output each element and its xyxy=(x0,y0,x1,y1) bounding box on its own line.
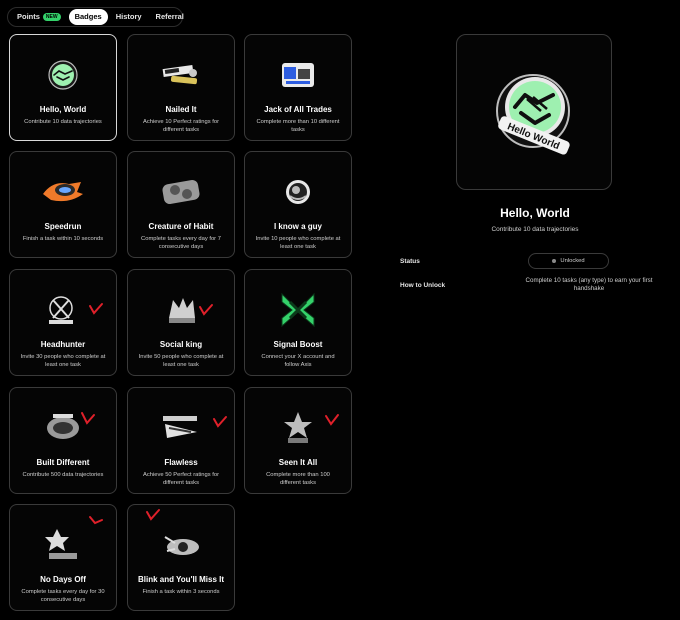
badge-card-speedrun[interactable]: Speedrun Finish a task within 10 seconds xyxy=(9,151,117,258)
badge-title: Seen It All xyxy=(278,458,318,467)
badge-card-flawless[interactable]: Flawless Achieve 50 Perfect ratings for … xyxy=(127,387,235,494)
tab-referral[interactable]: Referral xyxy=(150,9,190,25)
tab-badges[interactable]: Badges xyxy=(68,9,108,25)
badge-title: Headhunter xyxy=(40,340,86,349)
handshake-badge-icon xyxy=(48,60,78,90)
handshake-badge-large-icon: Hello World xyxy=(496,74,570,155)
badge-detail-image: Hello World xyxy=(456,34,612,190)
badge-title: Jack of All Trades xyxy=(264,105,332,114)
new-badge: NEW xyxy=(42,13,61,21)
detail-description: Contribute 10 data trajectories xyxy=(491,226,579,233)
badge-card-social-king[interactable]: Social king Invite 50 people who complet… xyxy=(127,269,235,376)
badge-card-creature-of-habit[interactable]: Creature of Habit Complete tasks every d… xyxy=(127,151,235,258)
badge-description: Finish a task within 10 seconds xyxy=(22,236,104,242)
badge-description: Achieve 10 Perfect ratings for different… xyxy=(142,119,220,133)
tab-referral-label: Referral xyxy=(155,12,184,21)
badge-title: Creature of Habit xyxy=(148,222,214,231)
badge-title: No Days Off xyxy=(40,575,86,584)
badge-description: Complete more than 10 different tasks xyxy=(256,119,340,133)
no-days-off-badge-icon xyxy=(45,529,77,559)
badge-description: Complete tasks every day for 7 consecuti… xyxy=(141,236,221,250)
badge-card-signal-boost[interactable]: Signal Boost Connect your X account and … xyxy=(244,269,352,376)
earned-check-icon xyxy=(146,509,160,521)
status-dot-icon xyxy=(552,259,557,263)
tab-history[interactable]: History xyxy=(110,9,148,25)
badge-title: Social king xyxy=(159,340,203,349)
earned-check-icon xyxy=(89,516,103,525)
badge-title: I know a guy xyxy=(273,222,322,231)
status-label: Status xyxy=(400,258,420,265)
badge-title: Nailed It xyxy=(165,105,197,114)
x-logo-badge-icon xyxy=(281,292,315,328)
badge-description: Invite 30 people who complete at least o… xyxy=(20,354,106,368)
tab-badges-label: Badges xyxy=(74,12,102,21)
earned-check-icon xyxy=(199,304,213,316)
badge-description: Complete tasks every day for 30 consecut… xyxy=(21,589,105,603)
status-value: Unlocked xyxy=(560,258,585,264)
earned-check-icon xyxy=(213,416,227,428)
seen-it-all-badge-icon xyxy=(284,412,312,443)
badge-card-hello-world[interactable]: Hello, World Contribute 10 data trajecto… xyxy=(9,34,117,141)
badge-card-seen-it-all[interactable]: Seen It All Complete more than 100 diffe… xyxy=(244,387,352,494)
badge-description: Connect your X account and follow Axis xyxy=(261,354,335,368)
i-know-a-guy-badge-icon xyxy=(286,180,310,204)
earned-check-icon xyxy=(325,414,339,426)
speedrun-badge-icon xyxy=(43,182,83,202)
tab-points-label: Points xyxy=(17,12,40,21)
jack-of-all-trades-badge-icon xyxy=(282,63,314,87)
badge-description: Contribute 500 data trajectories xyxy=(22,472,104,478)
badge-description: Finish a task within 3 seconds xyxy=(142,589,220,595)
creature-of-habit-badge-icon xyxy=(162,179,200,205)
badge-title: Hello, World xyxy=(39,105,87,114)
badge-card-nailed-it[interactable]: Nailed It Achieve 10 Perfect ratings for… xyxy=(127,34,235,141)
badge-description: Contribute 10 data trajectories xyxy=(24,119,102,125)
blink-badge-icon xyxy=(164,536,199,555)
badge-title: Speedrun xyxy=(44,222,82,231)
badge-description: Invite 10 people who complete at least o… xyxy=(255,236,341,250)
badge-card-built-different[interactable]: Built Different Contribute 500 data traj… xyxy=(9,387,117,494)
badge-title: Signal Boost xyxy=(273,340,323,349)
how-to-unlock-value: Complete 10 tasks (any type) to earn you… xyxy=(525,277,653,292)
tab-bar: Points NEW Badges History Referral xyxy=(7,7,184,27)
nailed-it-badge-icon xyxy=(162,64,198,85)
badge-card-i-know-a-guy[interactable]: I know a guy Invite 10 people who comple… xyxy=(244,151,352,258)
tab-points[interactable]: Points NEW xyxy=(11,9,67,25)
badge-title: Blink and You'll Miss It xyxy=(137,575,225,584)
how-to-unlock-label: How to Unlock xyxy=(400,282,446,289)
badge-card-jack-of-all-trades[interactable]: Jack of All Trades Complete more than 10… xyxy=(244,34,352,141)
earned-check-icon xyxy=(89,303,103,315)
headhunter-badge-icon xyxy=(49,296,73,324)
badge-card-headhunter[interactable]: Headhunter Invite 30 people who complete… xyxy=(9,269,117,376)
badge-description: Achieve 50 Perfect ratings for different… xyxy=(142,472,220,486)
badge-description: Complete more than 100 different tasks xyxy=(266,472,330,486)
badge-title: Built Different xyxy=(36,458,90,467)
badge-title: Flawless xyxy=(164,458,198,467)
detail-title: Hello, World xyxy=(500,206,570,220)
flawless-badge-icon xyxy=(163,416,197,438)
status-badge: Unlocked xyxy=(528,253,609,269)
earned-check-icon xyxy=(81,412,95,425)
badge-card-blink[interactable]: Blink and You'll Miss It Finish a task w… xyxy=(127,504,235,611)
tab-history-label: History xyxy=(115,12,142,21)
badge-description: Invite 50 people who complete at least o… xyxy=(138,354,224,368)
